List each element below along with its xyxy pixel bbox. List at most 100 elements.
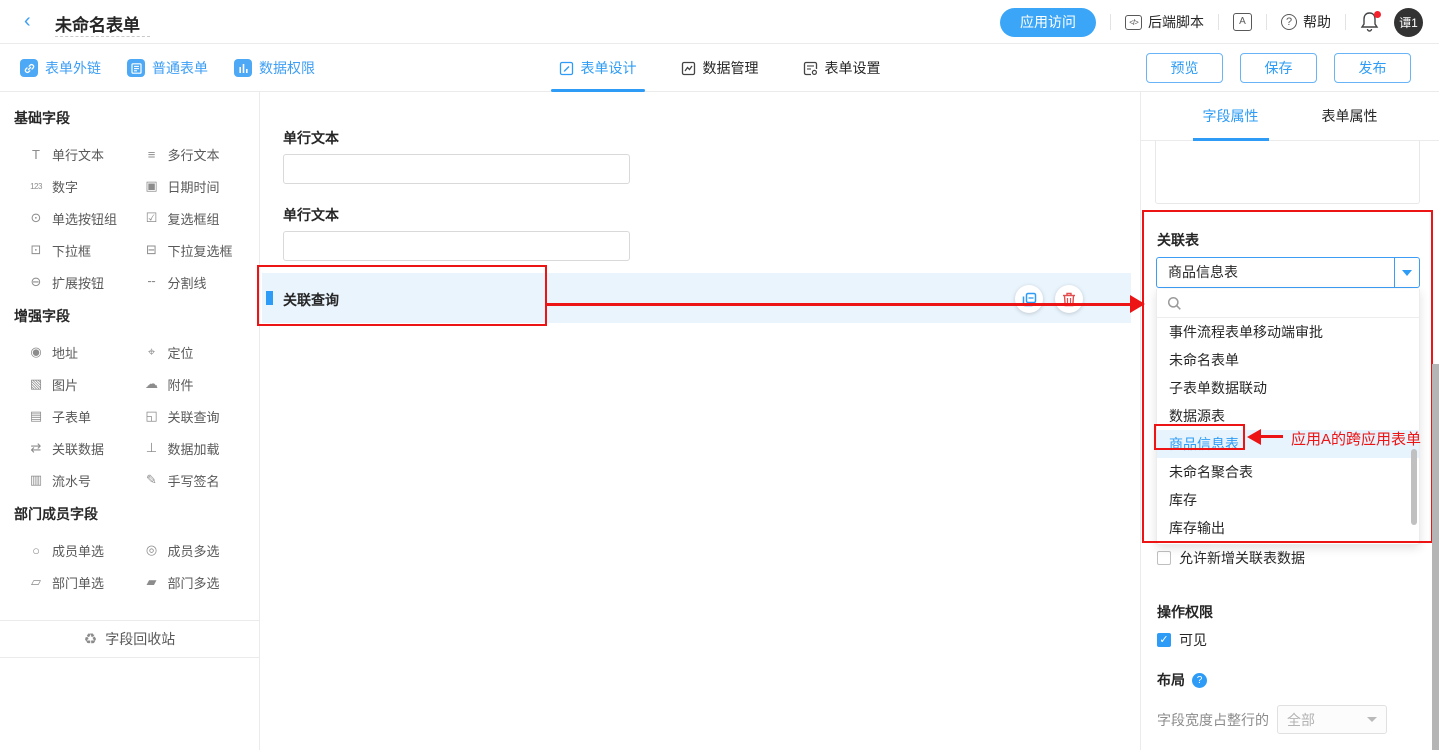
- notification-bell-icon[interactable]: [1360, 11, 1380, 33]
- save-button[interactable]: 保存: [1240, 53, 1317, 83]
- delete-field-button[interactable]: [1055, 285, 1083, 313]
- sidebar-item-address[interactable]: ◉地址: [28, 336, 144, 368]
- department-single-icon: ▱: [28, 574, 44, 590]
- page-title[interactable]: 未命名表单: [55, 11, 140, 36]
- back-icon[interactable]: ‹: [24, 10, 46, 32]
- recycle-icon: ♻: [84, 630, 97, 648]
- sidebar-item-radio-group[interactable]: ⊙单选按钮组: [28, 202, 144, 234]
- sidebar-item-multi-select[interactable]: ⊟下拉复选框: [144, 234, 260, 266]
- dropdown-option[interactable]: 事件流程表单移动端审批: [1157, 318, 1419, 346]
- toolbar-item-label: 表单外链: [45, 58, 101, 78]
- toolbar-item-form-external-link[interactable]: 表单外链: [20, 58, 101, 78]
- dropdown-scrollbar[interactable]: [1411, 449, 1417, 525]
- tab-form-design[interactable]: 表单设计: [559, 44, 637, 92]
- sidebar-item-department-multi[interactable]: ▰部门多选: [144, 566, 260, 598]
- sidebar-item-location[interactable]: ⌖定位: [144, 336, 260, 368]
- sidebar-section-grid: ○成员单选◎成员多选▱部门单选▰部门多选: [0, 534, 259, 606]
- help-label: 帮助: [1303, 12, 1331, 32]
- field-label: 关联查询: [283, 290, 339, 310]
- help-circle-icon[interactable]: ?: [1192, 673, 1207, 688]
- language-button[interactable]: A: [1233, 13, 1252, 31]
- dropdown-option[interactable]: 商品信息表: [1157, 430, 1419, 458]
- help-button[interactable]: ? 帮助: [1281, 12, 1331, 32]
- tab-label: 表单设置: [825, 58, 881, 78]
- dropdown-option[interactable]: 未命名聚合表: [1157, 458, 1419, 486]
- linked-table-label: 关联表: [1157, 230, 1199, 250]
- sidebar-item-label: 流水号: [52, 471, 91, 490]
- sidebar-item-handwritten-signature[interactable]: ✎手写签名: [144, 464, 260, 496]
- sidebar-item-label: 成员单选: [52, 541, 104, 560]
- address-icon: ◉: [28, 344, 44, 360]
- toolbar-tabs: 表单设计数据管理 表单设置: [559, 44, 881, 92]
- sidebar-item-label: 子表单: [52, 407, 91, 426]
- panel-scrollbar[interactable]: [1432, 364, 1439, 750]
- single-line-text-input[interactable]: [283, 231, 630, 261]
- backend-script-label: 后端脚本: [1148, 12, 1204, 32]
- app-access-button[interactable]: 应用访问: [1000, 8, 1096, 37]
- linked-table-select[interactable]: 商品信息表: [1156, 257, 1420, 288]
- allow-add-label: 允许新增关联表数据: [1179, 548, 1305, 568]
- sidebar-item-department-single[interactable]: ▱部门单选: [28, 566, 144, 598]
- sidebar-item-linked-data[interactable]: ⇄关联数据: [28, 432, 144, 464]
- single-line-text-input[interactable]: [283, 154, 630, 184]
- selected-linked-query-field[interactable]: 关联查询: [262, 273, 1131, 323]
- dropdown-search-input[interactable]: [1157, 289, 1419, 318]
- avatar[interactable]: 谭1: [1394, 8, 1423, 37]
- visible-checkbox[interactable]: ✓ 可见: [1157, 630, 1207, 650]
- field-label[interactable]: 单行文本: [283, 205, 339, 225]
- dropdown-option[interactable]: 库存: [1157, 486, 1419, 514]
- backend-script-button[interactable]: </> 后端脚本: [1125, 12, 1204, 32]
- sidebar-item-multi-line-text[interactable]: ≡多行文本: [144, 138, 260, 170]
- field-recycle-bin-button[interactable]: ♻ 字段回收站: [0, 620, 259, 658]
- layout-title-text: 布局: [1157, 670, 1185, 690]
- divider: [1345, 14, 1346, 30]
- sidebar-item-checkbox-group[interactable]: ☑复选框组: [144, 202, 260, 234]
- sidebar-item-label: 关联查询: [168, 407, 220, 426]
- description-box[interactable]: [1155, 141, 1420, 204]
- linked-query-icon: ◱: [144, 408, 160, 424]
- toolbar-left-items: 表单外链 普通表单 数据权限: [20, 44, 315, 92]
- copy-field-button[interactable]: [1015, 285, 1043, 313]
- dropdown-option[interactable]: 未命名表单: [1157, 346, 1419, 374]
- toolbar-item-data-permission[interactable]: 数据权限: [234, 58, 315, 78]
- sidebar-item-single-line-text[interactable]: T单行文本: [28, 138, 144, 170]
- sidebar-item-label: 下拉框: [52, 241, 91, 260]
- preview-button[interactable]: 预览: [1146, 53, 1223, 83]
- allow-add-linked-data-checkbox[interactable]: 允许新增关联表数据: [1157, 548, 1305, 568]
- select-arrow-segment[interactable]: [1394, 258, 1419, 287]
- top-header: ‹ 未命名表单 应用访问 </> 后端脚本 A ? 帮助: [0, 0, 1439, 44]
- panel-tab-field-properties[interactable]: 字段属性: [1203, 92, 1259, 141]
- sidebar-item-member-single[interactable]: ○成员单选: [28, 534, 144, 566]
- divider: [1110, 14, 1111, 30]
- language-icon: A: [1233, 13, 1252, 31]
- sidebar-item-select[interactable]: ⊡下拉框: [28, 234, 144, 266]
- field-label[interactable]: 单行文本: [283, 128, 339, 148]
- sidebar-item-label: 成员多选: [168, 541, 220, 560]
- sidebar-item-datetime[interactable]: ▣日期时间: [144, 170, 260, 202]
- sidebar-item-image[interactable]: ▧图片: [28, 368, 144, 400]
- dropdown-option[interactable]: 子表单数据联动: [1157, 374, 1419, 402]
- serial-number-icon: ▥: [28, 472, 44, 488]
- sidebar-item-member-multi[interactable]: ◎成员多选: [144, 534, 260, 566]
- sidebar-section-title: 部门成员字段: [0, 504, 259, 524]
- sidebar-item-subform[interactable]: ▤子表单: [28, 400, 144, 432]
- sidebar-item-label: 数据加载: [168, 439, 220, 458]
- sidebar-item-data-load[interactable]: ⊥ 数据加载: [144, 432, 260, 464]
- tab-form-settings[interactable]: 表单设置: [803, 44, 881, 92]
- toolbar-item-normal-form[interactable]: 普通表单: [127, 58, 208, 78]
- panel-tab-form-properties[interactable]: 表单属性: [1322, 92, 1378, 141]
- tab-data-management[interactable]: 数据管理: [681, 44, 759, 92]
- dropdown-option[interactable]: 库存输出: [1157, 514, 1419, 542]
- sidebar-item-extend-button[interactable]: ⊖扩展按钮: [28, 266, 144, 298]
- publish-button[interactable]: 发布: [1334, 53, 1411, 83]
- toolbar-item-label: 普通表单: [152, 58, 208, 78]
- dropdown-option[interactable]: 数据源表: [1157, 402, 1419, 430]
- sidebar-item-attachment[interactable]: ☁附件: [144, 368, 260, 400]
- field-width-select[interactable]: 全部: [1277, 705, 1387, 734]
- sidebar-item-serial-number[interactable]: ▥ 流水号: [28, 464, 144, 496]
- data-load-icon: ⊥: [144, 440, 160, 456]
- field-library-sidebar: 基础字段T单行文本≡多行文本123数字▣日期时间⊙单选按钮组☑复选框组⊡下拉框⊟…: [0, 92, 260, 750]
- sidebar-item-linked-query[interactable]: ◱ 关联查询: [144, 400, 260, 432]
- sidebar-item-number[interactable]: 123数字: [28, 170, 144, 202]
- sidebar-item-divider[interactable]: ╌分割线: [144, 266, 260, 298]
